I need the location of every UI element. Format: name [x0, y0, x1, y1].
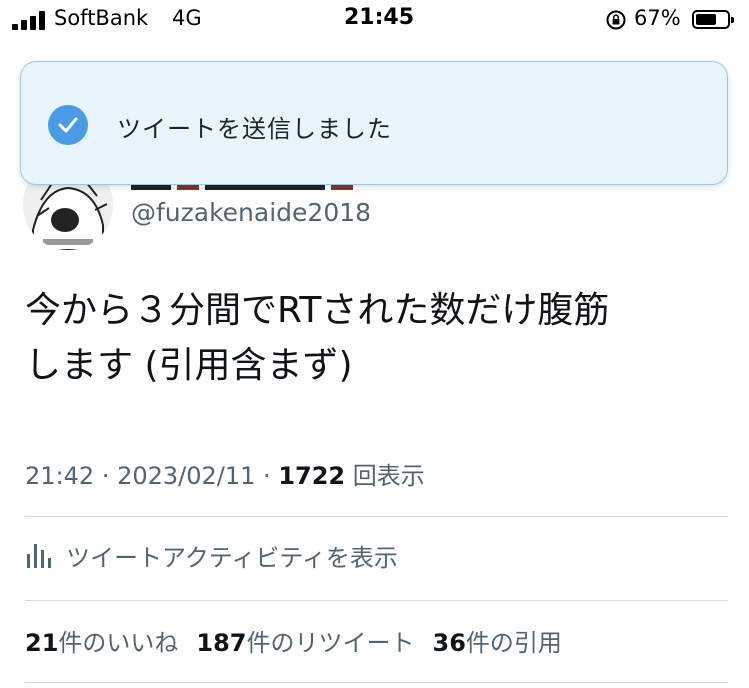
tweet-meta: 21:42 · 2023/02/11 · 1722 回表示	[25, 456, 425, 491]
toast-notification: ツイートを送信しました	[20, 61, 728, 185]
divider	[25, 516, 728, 517]
view-tweet-activity-link[interactable]: ツイートアクティビティを表示	[66, 538, 398, 573]
battery-percent: 67%	[634, 6, 681, 30]
separator-dot: ·	[101, 462, 118, 490]
retweets-stat[interactable]: 187件のリツイート	[196, 629, 414, 657]
battery-icon	[692, 10, 734, 29]
views-label: 回表示	[352, 462, 425, 490]
quotes-stat[interactable]: 36件の引用	[433, 629, 562, 657]
tweet-date[interactable]: 2023/02/11	[117, 462, 255, 490]
status-bar: SoftBank 4G 21:45 67%	[0, 0, 749, 40]
quotes-count: 36	[432, 629, 466, 657]
check-circle-icon	[48, 105, 88, 145]
tweet-text-line: 今から３分間でRTされた数だけ腹筋	[25, 290, 610, 331]
retweets-label: 件のリツイート	[246, 629, 415, 657]
status-time: 21:45	[344, 5, 415, 30]
tweet-time[interactable]: 21:42	[25, 462, 94, 490]
likes-stat[interactable]: 21件のいいね	[25, 629, 178, 657]
engagement-counts: 21件のいいね 187件のリツイート 36件の引用	[25, 623, 562, 658]
views-count: 1722	[278, 462, 346, 490]
analytics-icon	[27, 542, 51, 568]
carrier-name: SoftBank	[54, 6, 149, 30]
separator-dot: ·	[263, 462, 279, 490]
divider	[25, 600, 728, 601]
tweet-text: 今から３分間でRTされた数だけ腹筋 します (引用含まず)	[25, 283, 725, 393]
network-type: 4G	[172, 6, 202, 30]
likes-count: 21	[25, 629, 59, 657]
likes-label: 件のいいね	[58, 629, 179, 657]
retweets-count: 187	[196, 629, 247, 657]
user-handle[interactable]: @fuzakenaide2018	[131, 198, 371, 227]
quotes-label: 件の引用	[465, 629, 562, 657]
toast-message: ツイートを送信しました	[117, 115, 392, 143]
signal-icon	[12, 10, 48, 30]
rotation-lock-icon	[606, 10, 626, 30]
divider	[25, 682, 728, 683]
tweet-text-line: します (引用含まず)	[25, 345, 353, 386]
